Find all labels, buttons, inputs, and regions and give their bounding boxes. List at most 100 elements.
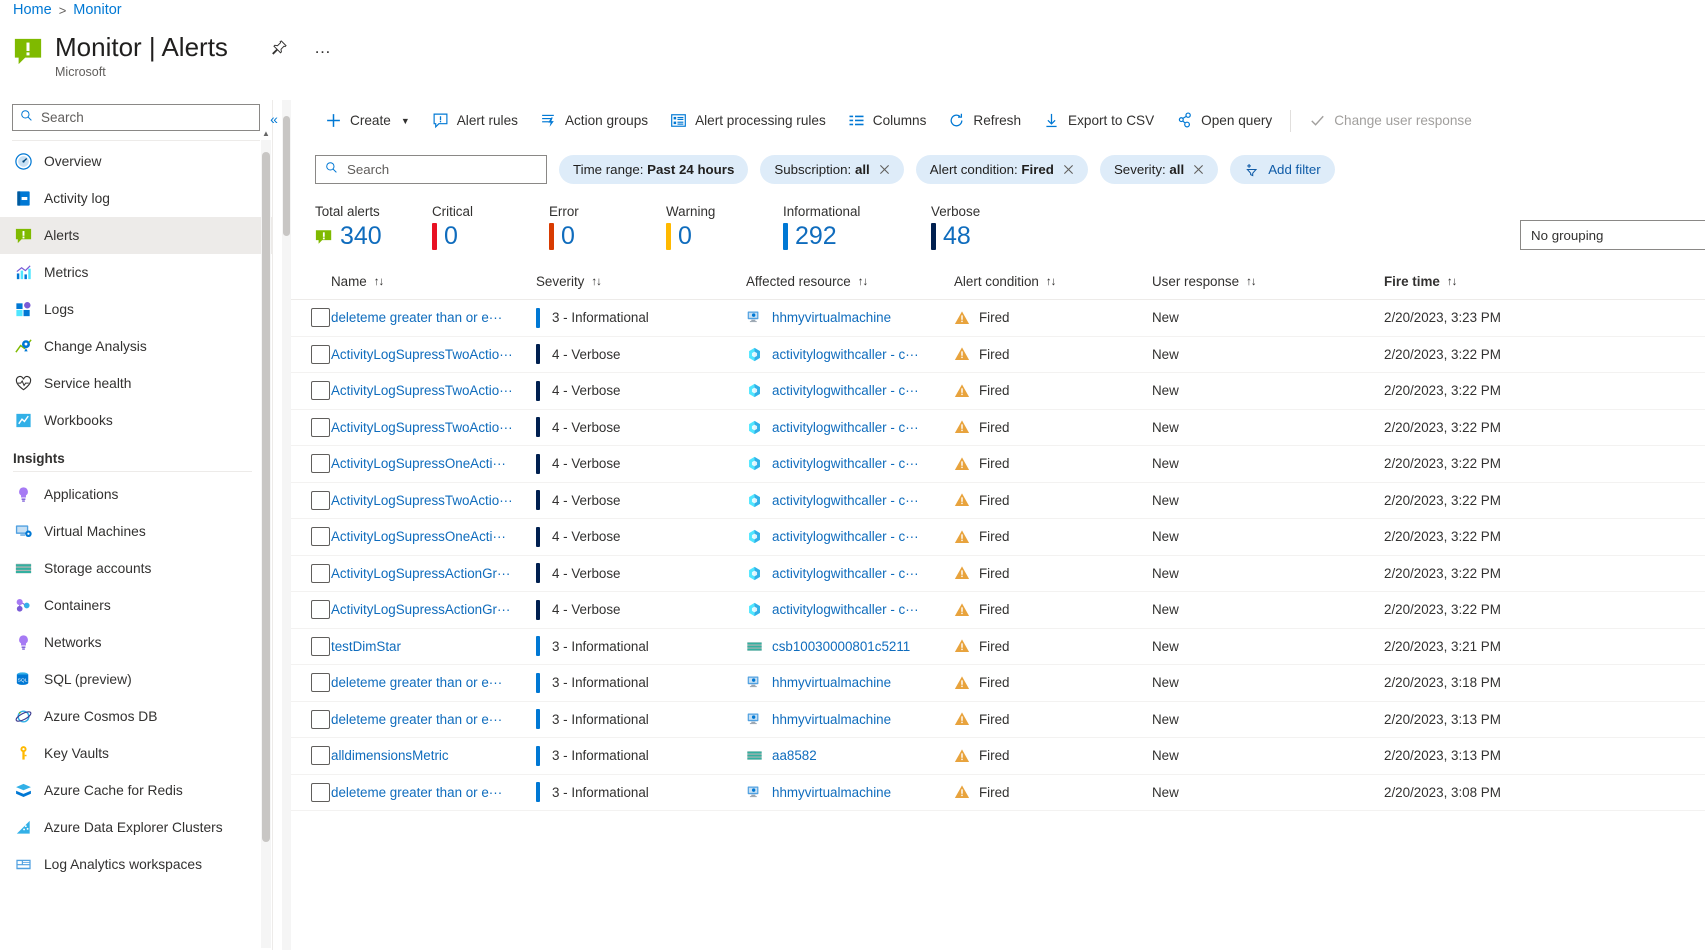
remove-filter-icon[interactable] bbox=[1193, 164, 1204, 175]
row-checkbox[interactable] bbox=[311, 381, 330, 400]
row-checkbox[interactable] bbox=[311, 746, 330, 765]
sidebar-scrollbar[interactable]: ▲ bbox=[261, 140, 271, 948]
filter-pill-alert-condition[interactable]: Alert condition: Fired bbox=[916, 155, 1088, 184]
sidebar-item-workbooks[interactable]: Workbooks bbox=[0, 402, 272, 439]
alert-name-link[interactable]: ActivityLogSupressOneActi··· bbox=[331, 456, 526, 471]
sidebar-scrollbar-thumb[interactable] bbox=[262, 152, 270, 842]
affected-resource-link[interactable]: activitylogwithcaller - c··· bbox=[772, 456, 919, 471]
sidebar-item-activity-log[interactable]: Activity log bbox=[0, 180, 272, 217]
change-user-response-button[interactable]: Change user response bbox=[1298, 105, 1483, 137]
content-scrollbar-thumb[interactable] bbox=[283, 116, 290, 236]
row-checkbox[interactable] bbox=[311, 308, 330, 327]
alert-name-link[interactable]: ActivityLogSupressTwoActio··· bbox=[331, 347, 526, 362]
sidebar-item-key-vaults[interactable]: Key Vaults bbox=[0, 735, 272, 772]
row-checkbox[interactable] bbox=[311, 637, 330, 656]
alert-name-link[interactable]: ActivityLogSupressTwoActio··· bbox=[331, 383, 526, 398]
breadcrumb-monitor[interactable]: Monitor bbox=[73, 2, 121, 18]
affected-resource-link[interactable]: activitylogwithcaller - c··· bbox=[772, 602, 919, 617]
column-header-user-response[interactable]: User response ↑↓ bbox=[1152, 274, 1384, 289]
alerts-search[interactable] bbox=[315, 155, 547, 184]
row-checkbox[interactable] bbox=[311, 418, 330, 437]
row-checkbox[interactable] bbox=[311, 783, 330, 802]
affected-resource-link[interactable]: activitylogwithcaller - c··· bbox=[772, 529, 919, 544]
alerts-search-input[interactable] bbox=[345, 161, 537, 178]
add-filter-button[interactable]: Add filter bbox=[1230, 155, 1334, 184]
alert-name-link[interactable]: ActivityLogSupressActionGr··· bbox=[331, 602, 526, 617]
table-row[interactable]: ActivityLogSupressOneActi···4 - Verbosea… bbox=[291, 519, 1705, 556]
summary-warning[interactable]: Warning 0 bbox=[666, 204, 783, 250]
table-row[interactable]: ActivityLogSupressTwoActio···4 - Verbose… bbox=[291, 410, 1705, 447]
table-row[interactable]: testDimStar3 - Informationalcsb100300008… bbox=[291, 629, 1705, 666]
create-button[interactable]: Create ▼ bbox=[314, 105, 421, 137]
sidebar-item-networks[interactable]: Networks bbox=[0, 624, 272, 661]
affected-resource-link[interactable]: hhmyvirtualmachine bbox=[772, 310, 891, 325]
affected-resource-link[interactable]: activitylogwithcaller - c··· bbox=[772, 420, 919, 435]
filter-pill-time-range[interactable]: Time range: Past 24 hours bbox=[559, 155, 748, 184]
content-scrollbar[interactable] bbox=[282, 100, 291, 950]
affected-resource-link[interactable]: activitylogwithcaller - c··· bbox=[772, 566, 919, 581]
alert-name-link[interactable]: deleteme greater than or e··· bbox=[331, 785, 526, 800]
affected-resource-link[interactable]: csb10030000801c5211 bbox=[772, 639, 910, 654]
alert-name-link[interactable]: ActivityLogSupressTwoActio··· bbox=[331, 493, 526, 508]
alert-name-link[interactable]: ActivityLogSupressTwoActio··· bbox=[331, 420, 526, 435]
alert-name-link[interactable]: deleteme greater than or e··· bbox=[331, 310, 526, 325]
table-row[interactable]: deleteme greater than or e···3 - Informa… bbox=[291, 300, 1705, 337]
table-row[interactable]: ActivityLogSupressTwoActio···4 - Verbose… bbox=[291, 483, 1705, 520]
sidebar-search[interactable] bbox=[12, 104, 260, 131]
breadcrumb-home[interactable]: Home bbox=[13, 2, 52, 18]
table-row[interactable]: deleteme greater than or e···3 - Informa… bbox=[291, 775, 1705, 812]
table-row[interactable]: ActivityLogSupressActionGr···4 - Verbose… bbox=[291, 556, 1705, 593]
alert-name-link[interactable]: alldimensionsMetric bbox=[331, 748, 526, 763]
sidebar-item-alerts[interactable]: Alerts bbox=[0, 217, 272, 254]
affected-resource-link[interactable]: activitylogwithcaller - c··· bbox=[772, 493, 919, 508]
sidebar-item-service-health[interactable]: Service health bbox=[0, 365, 272, 402]
remove-filter-icon[interactable] bbox=[1063, 164, 1074, 175]
alert-rules-button[interactable]: Alert rules bbox=[421, 105, 529, 137]
row-checkbox[interactable] bbox=[311, 345, 330, 364]
sidebar-item-azure-cosmos-db[interactable]: Azure Cosmos DB bbox=[0, 698, 272, 735]
summary-total-alerts[interactable]: Total alerts 340 bbox=[315, 204, 432, 250]
filter-pill-subscription[interactable]: Subscription: all bbox=[760, 155, 903, 184]
column-header-fire-time[interactable]: Fire time ↑↓ bbox=[1384, 274, 1584, 289]
summary-informational[interactable]: Informational 292 bbox=[783, 204, 931, 250]
sidebar-item-log-analytics-workspaces[interactable]: Log Analytics workspaces bbox=[0, 846, 272, 883]
sidebar-item-sql-preview[interactable]: SQL SQL (preview) bbox=[0, 661, 272, 698]
row-checkbox[interactable] bbox=[311, 673, 330, 692]
sidebar-item-virtual-machines[interactable]: Virtual Machines bbox=[0, 513, 272, 550]
alert-name-link[interactable]: testDimStar bbox=[331, 639, 526, 654]
row-checkbox[interactable] bbox=[311, 564, 330, 583]
row-checkbox[interactable] bbox=[311, 600, 330, 619]
column-header-name[interactable]: Name ↑↓ bbox=[331, 274, 536, 289]
sidebar-item-azure-cache-for-redis[interactable]: Azure Cache for Redis bbox=[0, 772, 272, 809]
open-query-button[interactable]: Open query bbox=[1165, 105, 1283, 137]
affected-resource-link[interactable]: hhmyvirtualmachine bbox=[772, 675, 891, 690]
table-row[interactable]: ActivityLogSupressTwoActio···4 - Verbose… bbox=[291, 373, 1705, 410]
grouping-select[interactable]: No grouping bbox=[1520, 220, 1705, 250]
filter-pill-severity[interactable]: Severity: all bbox=[1100, 155, 1218, 184]
alert-name-link[interactable]: deleteme greater than or e··· bbox=[331, 712, 526, 727]
action-groups-button[interactable]: Action groups bbox=[529, 105, 659, 137]
affected-resource-link[interactable]: aa8582 bbox=[772, 748, 817, 763]
more-options-icon[interactable]: … bbox=[314, 38, 332, 58]
sidebar-item-overview[interactable]: Overview bbox=[0, 143, 272, 180]
remove-filter-icon[interactable] bbox=[879, 164, 890, 175]
column-header-severity[interactable]: Severity ↑↓ bbox=[536, 274, 746, 289]
table-row[interactable]: ActivityLogSupressTwoActio···4 - Verbose… bbox=[291, 337, 1705, 374]
columns-button[interactable]: Columns bbox=[837, 105, 938, 137]
sidebar-item-change-analysis[interactable]: Change Analysis bbox=[0, 328, 272, 365]
pin-icon[interactable] bbox=[270, 39, 288, 57]
alert-name-link[interactable]: deleteme greater than or e··· bbox=[331, 675, 526, 690]
summary-verbose[interactable]: Verbose 48 bbox=[931, 204, 1048, 250]
row-checkbox[interactable] bbox=[311, 710, 330, 729]
table-row[interactable]: deleteme greater than or e···3 - Informa… bbox=[291, 702, 1705, 739]
sidebar-item-azure-data-explorer-clusters[interactable]: Azure Data Explorer Clusters bbox=[0, 809, 272, 846]
sidebar-item-storage-accounts[interactable]: Storage accounts bbox=[0, 550, 272, 587]
summary-error[interactable]: Error 0 bbox=[549, 204, 666, 250]
table-row[interactable]: deleteme greater than or e···3 - Informa… bbox=[291, 665, 1705, 702]
alert-processing-rules-button[interactable]: Alert processing rules bbox=[659, 105, 837, 137]
scroll-up-arrow-icon[interactable]: ▲ bbox=[261, 128, 271, 140]
row-checkbox[interactable] bbox=[311, 454, 330, 473]
column-header-alert-condition[interactable]: Alert condition ↑↓ bbox=[954, 274, 1152, 289]
affected-resource-link[interactable]: hhmyvirtualmachine bbox=[772, 712, 891, 727]
row-checkbox[interactable] bbox=[311, 491, 330, 510]
